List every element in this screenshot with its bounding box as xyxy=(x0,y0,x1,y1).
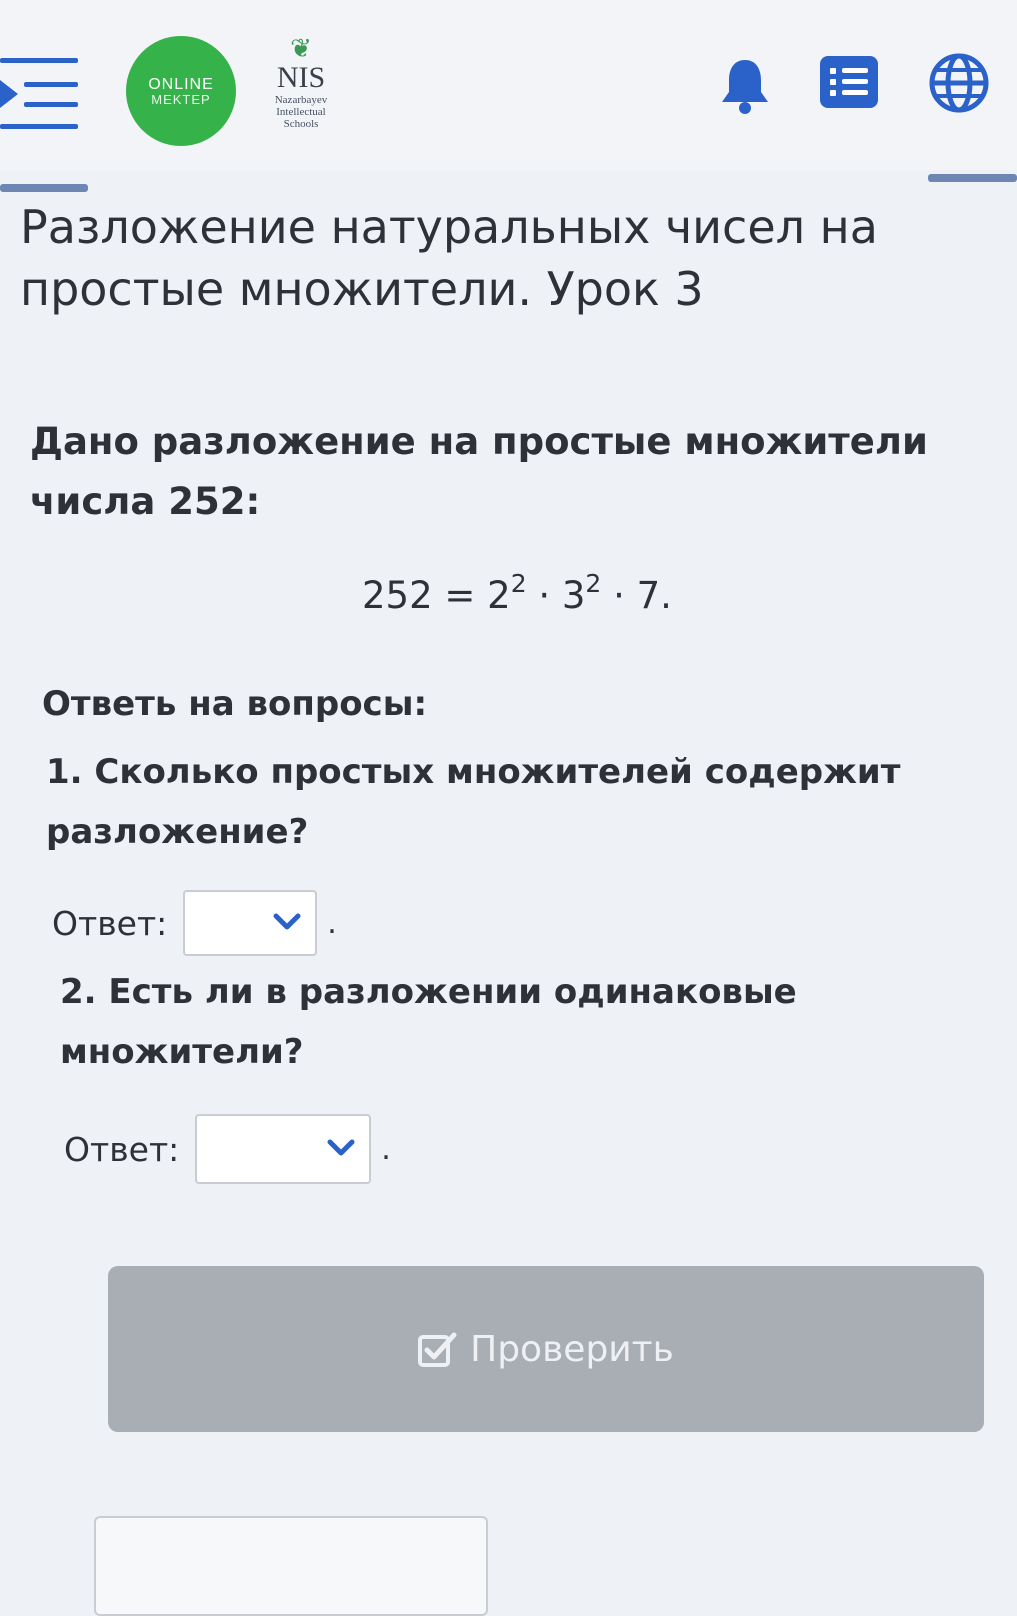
answer-row-2: Ответ: . xyxy=(64,1114,391,1184)
nis-logo: ❦ NIS Nazarbayev Intellectual Schools xyxy=(246,36,356,148)
check-button[interactable]: Проверить xyxy=(108,1266,984,1432)
page-title: Разложение натуральных чисел на простые … xyxy=(20,200,878,316)
list-icon[interactable] xyxy=(820,56,878,108)
answer-2-dropdown[interactable] xyxy=(195,1114,372,1184)
nis-logo-line2: Intellectual xyxy=(276,106,326,118)
logo-text-online: ONLINE xyxy=(148,75,214,93)
task-intro: Дано разложение на простые множители чис… xyxy=(30,420,928,523)
answer-1-dropdown[interactable] xyxy=(183,890,318,956)
formula-rhs: · 7. xyxy=(601,574,672,617)
globe-icon[interactable] xyxy=(928,52,990,114)
bell-icon[interactable] xyxy=(718,56,772,116)
nis-logo-line3: Schools xyxy=(283,118,319,130)
bottom-panel xyxy=(94,1516,488,1616)
questions-heading: Ответь на вопросы: xyxy=(42,684,428,724)
chevron-down-icon xyxy=(327,1139,355,1156)
answer-2-suffix: . xyxy=(381,1131,391,1167)
formula-exponent-2: 2 xyxy=(585,569,602,598)
app-header: ONLINE MEKTEP ❦ NIS Nazarbayev Intellect… xyxy=(0,0,1017,170)
formula-lhs: 252 = 2 xyxy=(362,574,511,617)
divider-right xyxy=(928,174,1017,182)
formula-middle: · 3 xyxy=(526,574,586,617)
factorization-formula: 252 = 22 · 32 · 7. xyxy=(362,571,672,617)
question-1: 1. Сколько простых множителей содержит р… xyxy=(46,752,901,852)
answer-1-suffix: . xyxy=(327,905,337,941)
menu-icon[interactable] xyxy=(0,58,80,132)
logo-text-mektep: MEKTEP xyxy=(151,91,211,107)
question-2: 2. Есть ли в разложении одинаковые множи… xyxy=(60,972,797,1072)
answer-row-1: Ответ: . xyxy=(52,890,337,956)
menu-arrow-icon xyxy=(0,80,18,108)
checkbox-check-icon xyxy=(418,1332,457,1367)
chevron-down-icon xyxy=(273,913,301,930)
divider-left xyxy=(0,184,88,192)
nis-leaf-icon: ❦ xyxy=(290,34,312,63)
answer-label: Ответ: xyxy=(52,903,168,943)
answer-label: Ответ: xyxy=(64,1129,180,1169)
nis-logo-title: NIS xyxy=(276,61,326,94)
online-mektep-logo[interactable]: ONLINE MEKTEP xyxy=(126,36,236,146)
formula-exponent-1: 2 xyxy=(510,569,527,598)
check-button-label: Проверить xyxy=(470,1328,674,1370)
nis-logo-line1: Nazarbayev xyxy=(274,94,328,106)
